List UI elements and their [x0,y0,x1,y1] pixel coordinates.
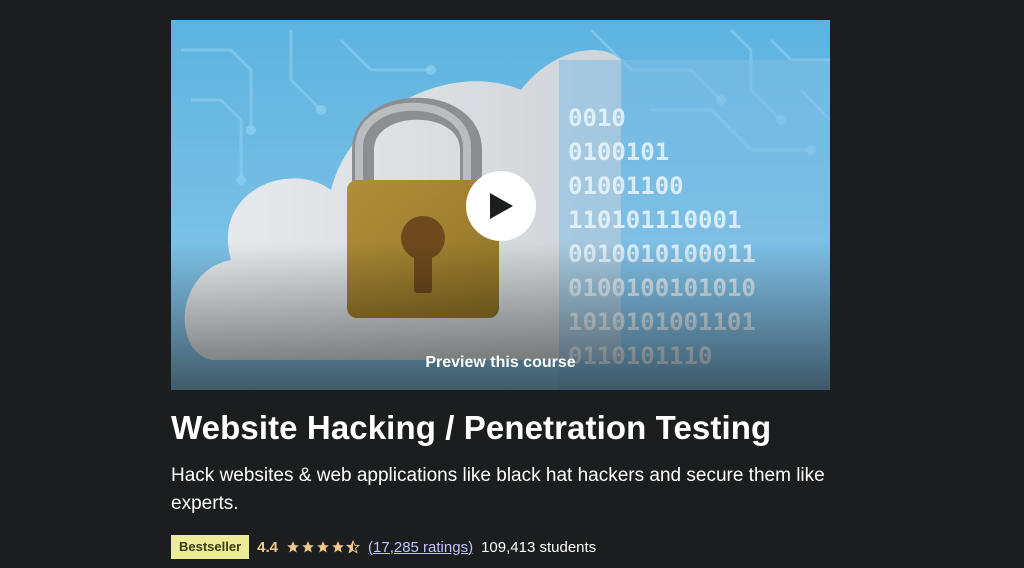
course-landing: 0010 0100101 01001100 110101110001 00100… [0,0,1024,568]
course-meta: Bestseller 4.4 (17,285 ratings) 109,413 … [171,534,596,560]
play-button[interactable] [466,171,536,241]
course-preview-video[interactable]: 0010 0100101 01001100 110101110001 00100… [171,20,830,390]
play-icon [490,193,513,219]
course-title: Website Hacking / Penetration Testing [171,409,772,446]
star-icon [332,541,344,553]
ratings-count-link[interactable]: (17,285 ratings) [368,539,473,556]
preview-course-label[interactable]: Preview this course [171,354,830,372]
star-icon [287,541,299,553]
course-subtitle: Hack websites & web applications like bl… [171,465,825,514]
star-icon [317,541,329,553]
half-star-icon [346,540,361,554]
star-icon [302,541,314,553]
students-count: 109,413 students [481,538,597,556]
bestseller-badge: Bestseller [171,535,250,559]
rating-value: 4.4 [257,538,279,556]
star-rating [286,540,361,554]
